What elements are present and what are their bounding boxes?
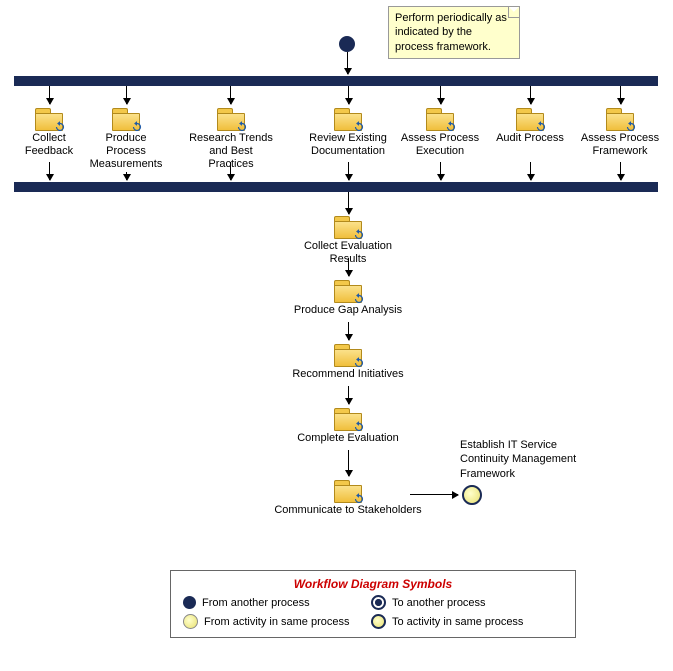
legend-label: To another process (392, 597, 486, 609)
activity-label: Produce Gap Analysis (288, 304, 408, 317)
to-same-process-icon (371, 614, 386, 629)
flow-arrow (348, 450, 349, 476)
legend-box: Workflow Diagram Symbols From another pr… (170, 570, 576, 638)
flow-arrow (620, 162, 621, 180)
flow-arrow (230, 162, 231, 180)
activity-icon (186, 108, 276, 130)
activity-icon (86, 108, 166, 130)
from-another-process-icon (183, 596, 196, 609)
flow-arrow (230, 86, 231, 104)
flow-arrow (440, 86, 441, 104)
workflow-diagram: Perform periodically as indicated by the… (0, 0, 673, 671)
activity-label: Complete Evaluation (288, 432, 408, 445)
activity-icon (580, 108, 660, 130)
legend-label: From activity in same process (204, 616, 349, 628)
flow-arrow (348, 322, 349, 340)
legend-title: Workflow Diagram Symbols (183, 577, 563, 591)
activity-recommend-initiatives: Recommend Initiatives (288, 344, 408, 381)
activity-assess-framework: Assess Process Framework (580, 108, 660, 158)
activity-research-trends: Research Trends and Best Practices (186, 108, 276, 172)
flow-arrow (347, 52, 348, 74)
activity-icon (288, 344, 408, 366)
flow-arrow (410, 494, 458, 495)
flow-arrow (348, 162, 349, 180)
legend-item: From activity in same process (183, 614, 353, 629)
flow-arrow (49, 162, 50, 180)
flow-arrow (348, 386, 349, 404)
join-bar (14, 182, 658, 192)
end-node-same-process (462, 485, 482, 505)
activity-audit-process: Audit Process (490, 108, 570, 145)
activity-label: Collect Feedback (9, 132, 89, 158)
legend-item: To another process (371, 595, 541, 610)
activity-complete-evaluation: Complete Evaluation (288, 408, 408, 445)
legend-item: To activity in same process (371, 614, 541, 629)
activity-icon (490, 108, 570, 130)
activity-icon (288, 408, 408, 430)
activity-label: Assess Process Execution (400, 132, 480, 158)
activity-label: Research Trends and Best Practices (186, 132, 276, 172)
flow-arrow (126, 172, 127, 180)
side-output-label: Establish IT Service Continuity Manageme… (460, 438, 600, 481)
flow-arrow (620, 86, 621, 104)
flow-arrow (126, 86, 127, 104)
flow-arrow (348, 86, 349, 104)
fork-bar (14, 76, 658, 86)
flow-arrow (530, 86, 531, 104)
flow-arrow (49, 86, 50, 104)
activity-assess-execution: Assess Process Execution (400, 108, 480, 158)
annotation-note: Perform periodically as indicated by the… (388, 6, 520, 59)
activity-label: Audit Process (490, 132, 570, 145)
activity-icon (288, 216, 408, 238)
activity-label: Recommend Initiatives (288, 368, 408, 381)
flow-arrow (530, 162, 531, 180)
legend-label: From another process (202, 597, 310, 609)
activity-review-documentation: Review Existing Documentation (308, 108, 388, 158)
note-text: Perform periodically as indicated by the… (395, 12, 507, 53)
activity-icon (288, 280, 408, 302)
activity-produce-measurements: Produce Process Measurements (86, 108, 166, 172)
legend-item: From another process (183, 595, 353, 610)
activity-label: Review Existing Documentation (308, 132, 388, 158)
flow-arrow (348, 192, 349, 214)
start-node (339, 36, 355, 52)
activity-icon (268, 480, 428, 502)
from-same-process-icon (183, 614, 198, 629)
legend-label: To activity in same process (392, 616, 523, 628)
flow-arrow (440, 162, 441, 180)
activity-label: Produce Process Measurements (86, 132, 166, 172)
activity-icon (308, 108, 388, 130)
activity-collect-feedback: Collect Feedback (9, 108, 89, 158)
to-another-process-icon (371, 595, 386, 610)
activity-label: Communicate to Stakeholders (268, 504, 428, 517)
flow-arrow (348, 258, 349, 276)
activity-communicate-stakeholders: Communicate to Stakeholders (268, 480, 428, 517)
activity-label: Assess Process Framework (580, 132, 660, 158)
activity-icon (400, 108, 480, 130)
activity-gap-analysis: Produce Gap Analysis (288, 280, 408, 317)
activity-icon (9, 108, 89, 130)
